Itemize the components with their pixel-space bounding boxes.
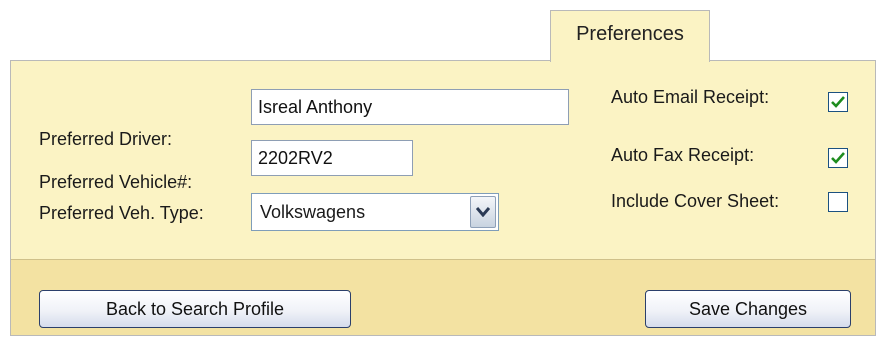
preferred-vehicle-input[interactable]: 2202RV2 — [251, 140, 413, 176]
save-changes-label: Save Changes — [688, 298, 808, 319]
save-changes-button[interactable]: Save Changes — [645, 290, 851, 328]
panel-footer: Back to Search Profile Save Changes — [11, 259, 875, 335]
checkmark-icon — [831, 152, 845, 164]
checkmark-icon — [831, 96, 845, 108]
include-cover-sheet-checkbox[interactable] — [828, 192, 848, 212]
include-cover-sheet-label: Include Cover Sheet: — [611, 191, 780, 211]
preferred-veh-type-select[interactable]: Volkswagens — [251, 193, 499, 231]
chevron-down-icon[interactable] — [470, 196, 496, 228]
auto-email-receipt-checkbox[interactable] — [828, 92, 848, 112]
preferences-panel: Preferred Driver: Isreal Anthony Preferr… — [10, 60, 876, 336]
auto-fax-receipt-label: Auto Fax Receipt: — [611, 145, 755, 165]
preferred-veh-type-value: Volkswagens — [260, 202, 366, 222]
tab-preferences[interactable]: Preferences — [550, 10, 710, 62]
preferred-veh-type-label: Preferred Veh. Type: — [39, 203, 204, 223]
tab-preferences-label: Preferences — [576, 23, 684, 45]
back-to-search-profile-label: Back to Search Profile — [105, 298, 285, 319]
preferred-driver-input[interactable]: Isreal Anthony — [251, 89, 569, 125]
auto-fax-receipt-checkbox[interactable] — [828, 148, 848, 168]
back-to-search-profile-button[interactable]: Back to Search Profile — [39, 290, 351, 328]
auto-email-receipt-label: Auto Email Receipt: — [611, 87, 770, 107]
preferred-driver-label: Preferred Driver: — [39, 129, 173, 149]
preferred-vehicle-label: Preferred Vehicle#: — [39, 172, 193, 192]
